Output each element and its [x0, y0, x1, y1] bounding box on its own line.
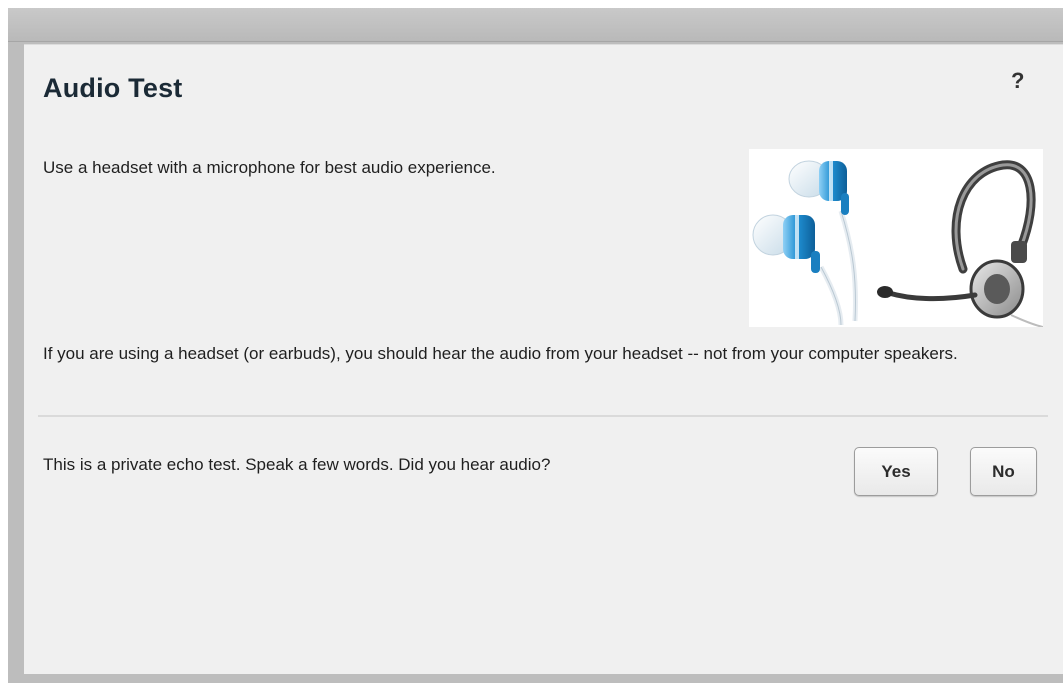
headset-icon	[877, 160, 1043, 327]
headset-audio-hint-text: If you are using a headset (or earbuds),…	[43, 344, 958, 363]
earbuds-icon	[752, 160, 858, 326]
yes-button[interactable]: Yes	[854, 447, 938, 496]
dialog-title: Audio Test	[43, 73, 183, 103]
window-top-bar	[8, 8, 1063, 42]
echo-test-question: This is a private echo test. Speak a few…	[43, 455, 551, 474]
window-frame: Audio Test ? Use a headset with a microp…	[8, 8, 1063, 683]
audio-test-dialog: Audio Test ? Use a headset with a microp…	[24, 44, 1063, 674]
section-divider	[38, 415, 1048, 417]
headset-recommendation-text: Use a headset with a microphone for best…	[43, 158, 496, 177]
headset-illustration	[749, 149, 1043, 327]
help-button[interactable]: ?	[1011, 70, 1024, 92]
no-button[interactable]: No	[970, 447, 1037, 496]
